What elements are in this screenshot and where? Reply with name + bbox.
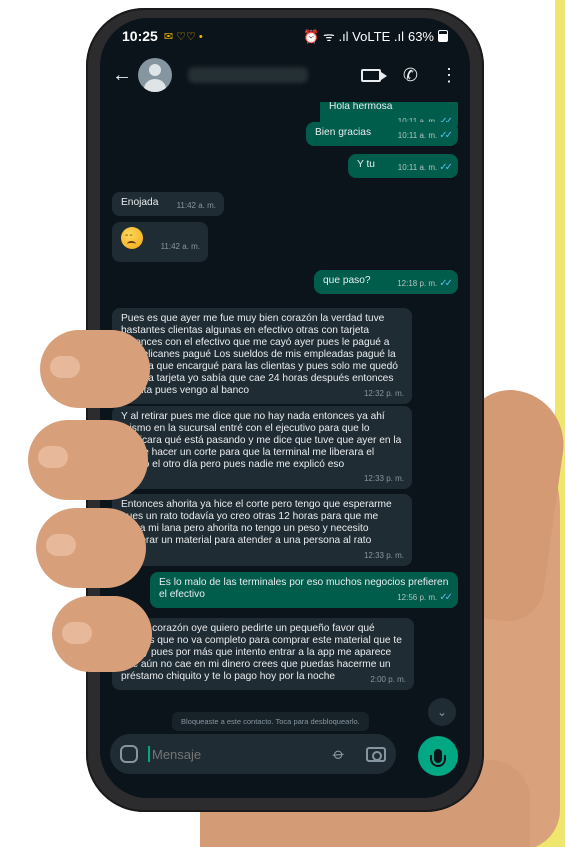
message-time: 12:18 p. m.: [397, 279, 438, 288]
message-time: 12:33 p. m.: [363, 474, 404, 483]
message-bubble-incoming[interactable]: Y al retirar pues me dice que no hay nad…: [112, 406, 412, 489]
message-text: que paso?: [323, 275, 371, 286]
double-check-icon: ✓✓: [439, 162, 453, 173]
sad-face-emoji-icon: [121, 227, 143, 249]
message-text: Hola hermosa: [329, 102, 393, 112]
message-text: Bien gracias: [315, 127, 372, 138]
message-bubble-outgoing[interactable]: Es lo malo de las terminales por eso muc…: [150, 572, 458, 608]
chat-area[interactable]: Hola hermosa 10:11 a. m.✓✓ Bien gracias …: [100, 102, 470, 732]
message-bubble-incoming[interactable]: Así es corazón oye quiero pedirte un peq…: [112, 618, 414, 690]
message-bubble-outgoing[interactable]: que paso? 12:18 p. m. ✓✓: [314, 270, 458, 294]
message-text: Así es corazón oye quiero pedirte un peq…: [121, 623, 402, 682]
message-meta: 10:11 a. m.✓✓: [397, 162, 453, 174]
message-composer[interactable]: ⌀: [110, 734, 396, 774]
chevron-double-down-icon[interactable]: ⌄: [428, 698, 456, 726]
message-text: Enojada: [121, 197, 159, 208]
message-time: 12:32 p. m.: [363, 389, 404, 398]
phone-icon[interactable]: ✆: [403, 65, 418, 86]
battery-percent: 63%: [407, 28, 434, 44]
status-icons: ⏰ ᯤ .ıl VoLTE .ıl 63%: [303, 27, 448, 45]
message-meta: 12:56 p. m. ✓✓: [397, 592, 453, 604]
message-text: Y tu: [357, 159, 375, 170]
message-text: Entonces ahorita ya hice el corte pero t…: [121, 499, 392, 546]
double-check-icon: ✓✓: [439, 130, 453, 141]
contact-name-blurred[interactable]: [188, 67, 308, 83]
message-time: 2:00 p. m.: [370, 675, 406, 684]
finger: [28, 420, 148, 500]
signal-icons: ⏰ ᯤ .ıl VoLTE .ıl: [303, 29, 404, 44]
notification-icons: ✉ ♡♡ •: [163, 30, 203, 43]
fingernail: [62, 622, 92, 644]
fingernail: [50, 356, 80, 378]
message-time: 12:33 p. m.: [363, 551, 404, 560]
mic-button[interactable]: [418, 736, 458, 776]
text-cursor: [148, 746, 150, 762]
double-check-icon: ✓✓: [439, 278, 453, 289]
camera-icon[interactable]: [366, 746, 386, 762]
message-input[interactable]: [152, 746, 302, 762]
message-time: 12:56 p. m.: [397, 593, 438, 602]
blocked-contact-notice[interactable]: Bloqueaste a este contacto. Toca para de…: [172, 712, 369, 731]
input-bar: ⌀: [100, 732, 470, 798]
message-bubble-outgoing[interactable]: Y tu 10:11 a. m. ✓✓: [348, 154, 458, 178]
message-meta: 12:18 p. m. ✓✓: [397, 278, 453, 290]
fingernail: [38, 446, 68, 468]
microphone-icon: [430, 749, 446, 767]
finger: [52, 596, 152, 672]
message-bubble-incoming[interactable]: Enojada 11:42 a. m.: [112, 192, 224, 216]
message-meta: 10:11 a. m.✓✓: [397, 130, 453, 142]
status-bar: 10:25 ✉ ♡♡ • ⏰ ᯤ .ıl VoLTE .ıl 63%: [100, 18, 470, 48]
message-bubble-incoming[interactable]: Pues es que ayer me fue muy bien corazón…: [112, 308, 412, 404]
chat-header: ← ✆ ⋮: [100, 48, 470, 102]
fingernail: [46, 534, 76, 556]
video-call-icon[interactable]: [360, 68, 387, 82]
message-time: 11:42 a. m.: [160, 242, 200, 251]
message-bubble-incoming[interactable]: Entonces ahorita ya hice el corte pero t…: [112, 494, 412, 566]
sticker-icon[interactable]: [120, 745, 138, 763]
status-time: 10:25: [122, 28, 158, 44]
more-vertical-icon[interactable]: ⋮: [440, 65, 458, 86]
finger: [40, 330, 150, 408]
battery-icon: [438, 30, 448, 42]
finger: [36, 508, 146, 588]
message-time: 11:42 a. m.: [176, 201, 216, 210]
message-time: 10:11 a. m.: [397, 131, 438, 140]
arrow-left-icon[interactable]: ←: [112, 64, 132, 87]
header-actions: ✆ ⋮: [360, 65, 458, 86]
message-text: Pues es que ayer me fue muy bien corazón…: [121, 313, 398, 396]
phone-screen: 10:25 ✉ ♡♡ • ⏰ ᯤ .ıl VoLTE .ıl 63% ← ✆ ⋮…: [100, 18, 470, 798]
double-check-icon: ✓✓: [439, 592, 453, 603]
message-bubble-outgoing[interactable]: Bien gracias 10:11 a. m. ✓✓: [306, 122, 458, 146]
message-bubble-incoming[interactable]: 11:42 a. m.: [112, 222, 208, 262]
paperclip-icon[interactable]: ⌀: [329, 743, 349, 765]
message-time: 10:11 a. m.: [397, 163, 438, 172]
message-text: Y al retirar pues me dice que no hay nad…: [121, 411, 402, 470]
avatar[interactable]: [138, 58, 172, 92]
